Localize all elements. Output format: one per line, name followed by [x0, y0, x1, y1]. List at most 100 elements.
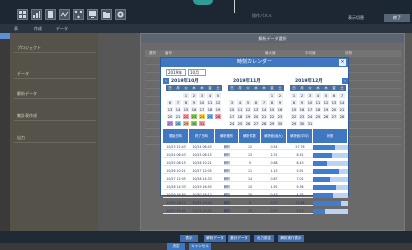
calendar-day[interactable]: 13 — [166, 106, 174, 113]
menu-item-create[interactable]: 作成 — [34, 26, 42, 32]
calendar-day[interactable]: 7 — [260, 99, 268, 106]
settings-icon[interactable] — [115, 9, 126, 20]
calendar-day[interactable]: 9 — [276, 99, 284, 106]
grid-icon[interactable] — [17, 9, 28, 20]
sidebar-toggle-button[interactable] — [0, 33, 10, 39]
calendar-day[interactable]: 21 — [260, 113, 268, 120]
calendar-day[interactable]: 16 — [298, 106, 306, 113]
calendar-day[interactable]: 20 — [252, 113, 260, 120]
exit-button[interactable]: 終了 — [384, 14, 410, 22]
calendar-day[interactable]: 26 — [214, 113, 222, 120]
calendar-day[interactable]: 29 — [268, 120, 276, 127]
calendar-day[interactable]: 1 — [290, 92, 298, 99]
calendar-day[interactable]: 25 — [206, 113, 214, 120]
calendar-day[interactable]: 8 — [268, 99, 276, 106]
calendar-day[interactable]: 18 — [236, 113, 244, 120]
calendar-day[interactable]: 10 — [228, 106, 236, 113]
calendar-day[interactable]: 5 — [322, 92, 330, 99]
calendar-day[interactable]: 30 — [276, 120, 284, 127]
calendar-day[interactable]: 2 — [298, 92, 306, 99]
sidebar-item-summary[interactable]: 集計表作成 — [14, 109, 96, 121]
calendar-day[interactable]: 17 — [228, 113, 236, 120]
calendar-day[interactable]: 19 — [244, 113, 252, 120]
calendar-day[interactable]: 3 — [228, 99, 236, 106]
column-header[interactable]: 解析値(平均) — [287, 129, 313, 143]
wave-icon[interactable] — [59, 9, 70, 20]
calendar-day[interactable]: 2 — [276, 92, 284, 99]
calendar-day[interactable]: 24 — [228, 120, 236, 127]
calendar-day[interactable]: 11 — [206, 99, 214, 106]
month-select[interactable]: 10月 — [188, 69, 206, 76]
chart-icon[interactable] — [31, 9, 42, 20]
column-header[interactable]: 解析値(最大) — [261, 129, 287, 143]
calendar-day[interactable]: 28 — [260, 120, 268, 127]
calendar-day[interactable]: 18 — [206, 106, 214, 113]
calendar-day[interactable]: 29 — [182, 120, 190, 127]
calendar-day[interactable]: 6 — [252, 99, 260, 106]
calendar-day[interactable]: 11 — [314, 99, 322, 106]
calendar-day[interactable]: 5 — [214, 92, 222, 99]
close-icon[interactable]: × — [339, 59, 346, 66]
bottom-button-view[interactable]: 表示 — [180, 235, 198, 242]
calendar-day[interactable]: 27 — [166, 120, 174, 127]
folder-icon[interactable] — [101, 9, 112, 20]
calendar-day[interactable]: 23 — [276, 113, 284, 120]
calendar-day[interactable]: 26 — [244, 120, 252, 127]
calendar-day[interactable]: 6 — [166, 99, 174, 106]
column-header[interactable]: 解析種別 — [215, 129, 239, 143]
calendar-day[interactable]: 4 — [206, 92, 214, 99]
sidebar-item-project[interactable]: プロジェクト — [14, 41, 96, 53]
calendar-day[interactable]: 14 — [338, 99, 346, 106]
calendar-day[interactable]: 4 — [236, 99, 244, 106]
calendar-day[interactable]: 19 — [322, 106, 330, 113]
calendar-day[interactable]: 30 — [298, 120, 306, 127]
calendar-day[interactable]: 24 — [198, 113, 206, 120]
next-month-button[interactable]: › — [342, 78, 348, 84]
calendar-day[interactable]: 13 — [252, 106, 260, 113]
monitor-icon[interactable] — [87, 9, 98, 20]
network-icon[interactable] — [73, 9, 84, 20]
calendar-day[interactable]: 26 — [322, 113, 330, 120]
calendar-day[interactable]: 10 — [198, 99, 206, 106]
calendar-day[interactable]: 7 — [174, 99, 182, 106]
calendar-day[interactable]: 7 — [338, 92, 346, 99]
calendar-day[interactable]: 24 — [306, 113, 314, 120]
calendar-day[interactable]: 14 — [260, 106, 268, 113]
bottom-button-output[interactable]: 出力設定 — [254, 235, 274, 242]
calendar-day[interactable]: 28 — [174, 120, 182, 127]
calendar-day[interactable]: 3 — [198, 92, 206, 99]
calendar-day[interactable]: 5 — [244, 99, 252, 106]
calendar-day[interactable]: 12 — [244, 106, 252, 113]
calendar-day[interactable]: 16 — [190, 106, 198, 113]
calendar-day[interactable]: 23 — [298, 113, 306, 120]
calendar-day[interactable]: 6 — [330, 92, 338, 99]
calendar-day[interactable]: 15 — [182, 106, 190, 113]
calendar-day[interactable]: 15 — [268, 106, 276, 113]
calendar-day[interactable]: 31 — [198, 120, 206, 127]
calendar-day[interactable]: 29 — [290, 120, 298, 127]
calendar-day[interactable]: 19 — [214, 106, 222, 113]
calendar-day[interactable]: 22 — [268, 113, 276, 120]
column-header[interactable]: 解析件数 — [239, 129, 261, 143]
calendar-day[interactable]: 13 — [330, 99, 338, 106]
bottom-button-summary[interactable]: 集計データ — [228, 235, 250, 242]
year-select[interactable]: 2019年 — [166, 69, 186, 76]
top-notch[interactable] — [193, 0, 213, 5]
calendar-day[interactable]: 1 — [182, 92, 190, 99]
calendar-day[interactable]: 1 — [268, 92, 276, 99]
calendar-day[interactable]: 12 — [214, 99, 222, 106]
calendar-day[interactable]: 27 — [252, 120, 260, 127]
column-header[interactable]: 終了日時 — [189, 129, 215, 143]
menu-item-data[interactable]: データ — [56, 26, 68, 32]
calendar-day[interactable]: 12 — [322, 99, 330, 106]
calendar-day[interactable]: 21 — [174, 113, 182, 120]
calendar-day[interactable]: 8 — [182, 99, 190, 106]
calendar-day[interactable]: 20 — [330, 106, 338, 113]
cancel-button[interactable]: キャンセル — [189, 243, 211, 250]
calendar-day[interactable]: 28 — [338, 113, 346, 120]
sidebar-item-output[interactable]: 出力 — [14, 131, 96, 143]
ok-button[interactable]: 決定 — [167, 243, 185, 250]
calendar-day[interactable]: 22 — [290, 113, 298, 120]
calendar-day[interactable]: 14 — [174, 106, 182, 113]
sidebar-item-data[interactable]: データ — [14, 67, 96, 79]
